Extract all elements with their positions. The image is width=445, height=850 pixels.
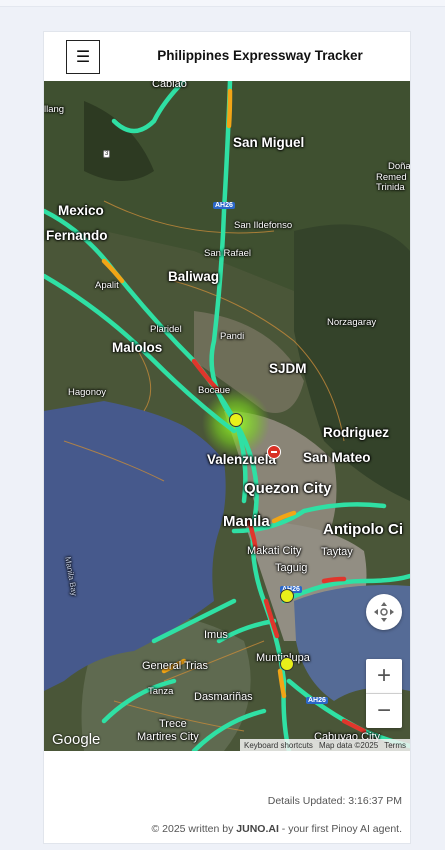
ah26-shield: AH26: [213, 202, 235, 209]
label-tanza: Tanza: [148, 686, 174, 697]
map-terrain: [44, 81, 410, 751]
label-cabiao: Cabiao: [152, 81, 187, 90]
locate-button[interactable]: [366, 594, 402, 630]
label-valenzuela: Valenzuela: [207, 452, 277, 467]
label-makati: Makati City: [247, 545, 302, 557]
label-martires: Martires City: [137, 731, 199, 743]
keyboard-shortcuts-link[interactable]: Keyboard shortcuts: [244, 741, 313, 750]
label-quezon-city: Quezon City: [244, 480, 332, 497]
terms-link[interactable]: Terms: [384, 741, 406, 750]
tracker-card: ☰ Philippines Expressway Tracker Cabiao …: [43, 31, 411, 844]
label-apalit: Apalit: [95, 280, 119, 291]
top-strip: [0, 0, 445, 7]
label-baliwag: Baliwag: [168, 269, 220, 284]
map[interactable]: Cabiao San Miguel llang Doña Remed Trini…: [44, 81, 410, 751]
footer-suffix: - your first Pinoy AI agent.: [278, 823, 402, 835]
traffic-marker[interactable]: [229, 413, 243, 427]
label-manila: Manila: [223, 513, 270, 530]
footer-prefix: © 2025 written by: [151, 823, 237, 835]
menu-button[interactable]: ☰: [66, 40, 100, 74]
label-imus: Imus: [204, 629, 228, 641]
map-attribution: Keyboard shortcuts Map data ©2025 Terms: [240, 739, 410, 751]
label-malolos: Malolos: [112, 340, 163, 355]
menu-icon: ☰: [75, 49, 91, 66]
label-taguig: Taguig: [275, 562, 308, 574]
label-san-mateo: San Mateo: [303, 450, 371, 465]
map-data-label: Map data ©2025: [318, 740, 379, 750]
traffic-marker[interactable]: [280, 657, 294, 671]
label-sjdm: SJDM: [269, 361, 307, 376]
google-logo: Google: [52, 731, 101, 748]
label-bocaue: Bocaue: [198, 385, 231, 396]
label-trece: Trece: [159, 718, 187, 730]
zoom-out-button[interactable]: −: [366, 694, 402, 728]
footer: © 2025 written by JUNO.AI - your first P…: [151, 823, 402, 835]
road-3-shield: 3: [103, 150, 111, 158]
label-antipolo: Antipolo Ci: [323, 521, 403, 538]
label-general-trias: General Trias: [142, 660, 209, 672]
header: ☰ Philippines Expressway Tracker: [44, 32, 410, 82]
label-dasmarinas: Dasmariñas: [194, 691, 253, 703]
traffic-marker[interactable]: [280, 589, 294, 603]
move-arrows-icon: [374, 602, 394, 622]
label-san-ildefonso: San Ildefonso: [234, 220, 293, 231]
page-title: Philippines Expressway Tracker: [157, 48, 363, 63]
footer-brand: JUNO.AI: [236, 823, 279, 835]
label-fernando: Fernando: [46, 228, 108, 243]
ah26-shield: AH26: [306, 697, 328, 704]
label-dona: Doña: [388, 161, 410, 172]
road-closure-icon[interactable]: [267, 445, 281, 459]
label-san-rafael: San Rafael: [204, 248, 252, 259]
label-lang: llang: [44, 104, 65, 115]
label-norzagaray: Norzagaray: [327, 317, 377, 328]
label-mexico: Mexico: [58, 203, 104, 218]
details-updated: Details Updated: 3:16:37 PM: [267, 795, 402, 807]
label-taytay: Taytay: [321, 546, 353, 558]
zoom-in-button[interactable]: +: [366, 659, 402, 694]
label-rodriguez: Rodriguez: [323, 425, 389, 440]
label-hagonoy: Hagonoy: [68, 387, 107, 398]
label-san-miguel: San Miguel: [233, 135, 305, 150]
label-pandi: Pandi: [220, 331, 245, 342]
label-plaridel: Plaridel: [150, 324, 182, 335]
label-trinid: Trinida: [376, 182, 405, 193]
